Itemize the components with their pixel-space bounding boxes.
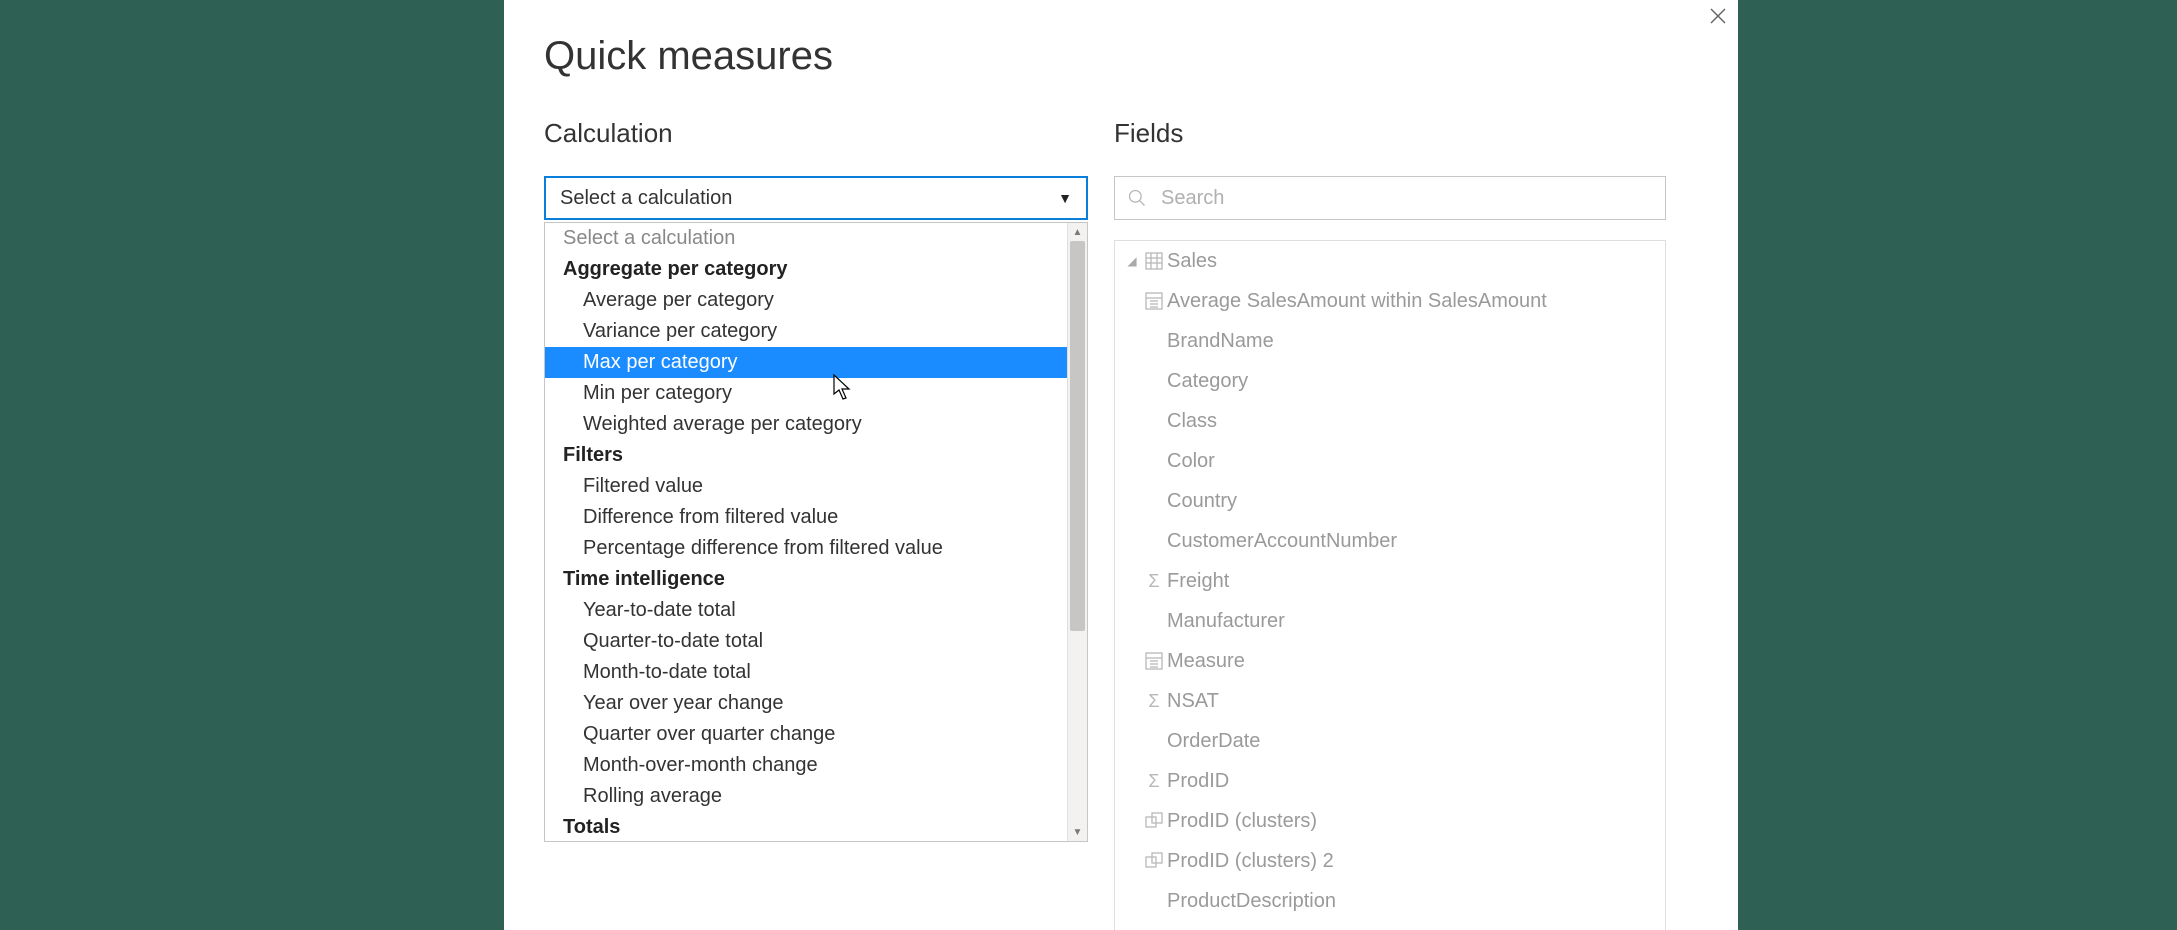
dropdown-item[interactable]: Year-to-date total [545, 595, 1067, 626]
field-label: ProdID (clusters) [1167, 810, 1317, 833]
cluster-icon [1145, 852, 1163, 870]
measure-icon [1145, 652, 1163, 670]
sigma-icon: Σ [1148, 571, 1159, 592]
field-item[interactable]: ProductDescription [1115, 881, 1665, 921]
field-item[interactable]: CustomerAccountNumber [1115, 521, 1665, 561]
scrollbar-track[interactable]: ▲ ▼ [1067, 223, 1087, 841]
search-input[interactable] [1159, 186, 1653, 211]
calculation-label: Calculation [544, 118, 673, 149]
dropdown-item[interactable]: Rolling average [545, 781, 1067, 812]
dropdown-item[interactable]: Year over year change [545, 688, 1067, 719]
field-label: Category [1167, 370, 1248, 393]
field-item[interactable]: Σ ProdID [1115, 761, 1665, 801]
field-label: ProdID [1167, 770, 1229, 793]
dialog-title: Quick measures [544, 34, 833, 79]
calculation-select[interactable]: Select a calculation ▼ [544, 176, 1088, 220]
dropdown-group-header: Aggregate per category [545, 254, 1067, 285]
table-node-sales[interactable]: ◢ Sales [1115, 241, 1665, 281]
field-item[interactable]: Category [1115, 361, 1665, 401]
dropdown-item[interactable]: Difference from filtered value [545, 502, 1067, 533]
dropdown-item[interactable]: Quarter-to-date total [545, 626, 1067, 657]
scrollbar-thumb[interactable] [1070, 241, 1085, 631]
sigma-icon: Σ [1148, 771, 1159, 792]
scroll-down-button[interactable]: ▼ [1068, 823, 1087, 841]
dropdown-item[interactable]: Quarter over quarter change [545, 719, 1067, 750]
search-icon [1127, 188, 1147, 208]
dropdown-item[interactable]: Max per category [545, 347, 1067, 378]
field-label: ProductDescription [1167, 890, 1336, 913]
field-label: BrandName [1167, 330, 1274, 353]
expand-icon: ◢ [1123, 254, 1141, 268]
dropdown-item[interactable]: Filtered value [545, 471, 1067, 502]
field-label: Measure [1167, 650, 1245, 673]
field-label: Color [1167, 450, 1215, 473]
dropdown-item[interactable]: Month-to-date total [545, 657, 1067, 688]
field-item[interactable]: Σ Freight [1115, 561, 1665, 601]
field-item[interactable]: ProdID (clusters) [1115, 801, 1665, 841]
dropdown-item[interactable]: Percentage difference from filtered valu… [545, 533, 1067, 564]
field-label: Class [1167, 410, 1217, 433]
field-label: Country [1167, 490, 1237, 513]
field-label: ProdID (clusters) 2 [1167, 850, 1334, 873]
calculation-dropdown: Select a calculationAggregate per catego… [544, 222, 1088, 842]
field-label: Manufacturer [1167, 610, 1285, 633]
field-label: CustomerAccountNumber [1167, 530, 1397, 553]
fields-search[interactable] [1114, 176, 1666, 220]
field-item[interactable]: Average SalesAmount within SalesAmount [1115, 281, 1665, 321]
calculation-dropdown-list: Select a calculationAggregate per catego… [545, 223, 1067, 841]
field-item[interactable]: Σ NSAT [1115, 681, 1665, 721]
fields-label: Fields [1114, 118, 1183, 149]
field-label: Average SalesAmount within SalesAmount [1167, 290, 1547, 313]
field-item[interactable]: ProdID (clusters) 2 [1115, 841, 1665, 881]
dropdown-item[interactable]: Month-over-month change [545, 750, 1067, 781]
dropdown-group-header: Time intelligence [545, 564, 1067, 595]
field-item[interactable]: Color [1115, 441, 1665, 481]
field-item[interactable]: Country [1115, 481, 1665, 521]
dropdown-item[interactable]: Variance per category [545, 316, 1067, 347]
calculation-select-value: Select a calculation [560, 187, 732, 210]
fields-tree: ◢ Sales Average SalesAmount within Sales… [1114, 240, 1666, 930]
dropdown-placeholder[interactable]: Select a calculation [545, 223, 1067, 254]
close-button[interactable] [1706, 6, 1730, 30]
measure-icon [1145, 292, 1163, 310]
field-label: OrderDate [1167, 730, 1260, 753]
table-label: Sales [1167, 250, 1217, 273]
field-item[interactable]: BrandName [1115, 321, 1665, 361]
dropdown-item[interactable]: Min per category [545, 378, 1067, 409]
field-item[interactable]: OrderDate [1115, 721, 1665, 761]
dropdown-item[interactable]: Weighted average per category [545, 409, 1067, 440]
quick-measures-dialog: Quick measures Calculation Fields Select… [504, 0, 1738, 930]
field-label: Freight [1167, 570, 1229, 593]
dropdown-group-header: Totals [545, 812, 1067, 841]
scroll-up-button[interactable]: ▲ [1068, 223, 1087, 241]
field-item[interactable]: Class [1115, 401, 1665, 441]
dropdown-item[interactable]: Average per category [545, 285, 1067, 316]
chevron-down-icon: ▼ [1058, 190, 1072, 206]
dropdown-group-header: Filters [545, 440, 1067, 471]
table-icon [1141, 252, 1167, 270]
field-item[interactable]: Measure [1115, 641, 1665, 681]
close-icon [1710, 8, 1726, 24]
cluster-icon [1145, 812, 1163, 830]
sigma-icon: Σ [1148, 691, 1159, 712]
field-item[interactable]: Manufacturer [1115, 601, 1665, 641]
field-label: NSAT [1167, 690, 1219, 713]
